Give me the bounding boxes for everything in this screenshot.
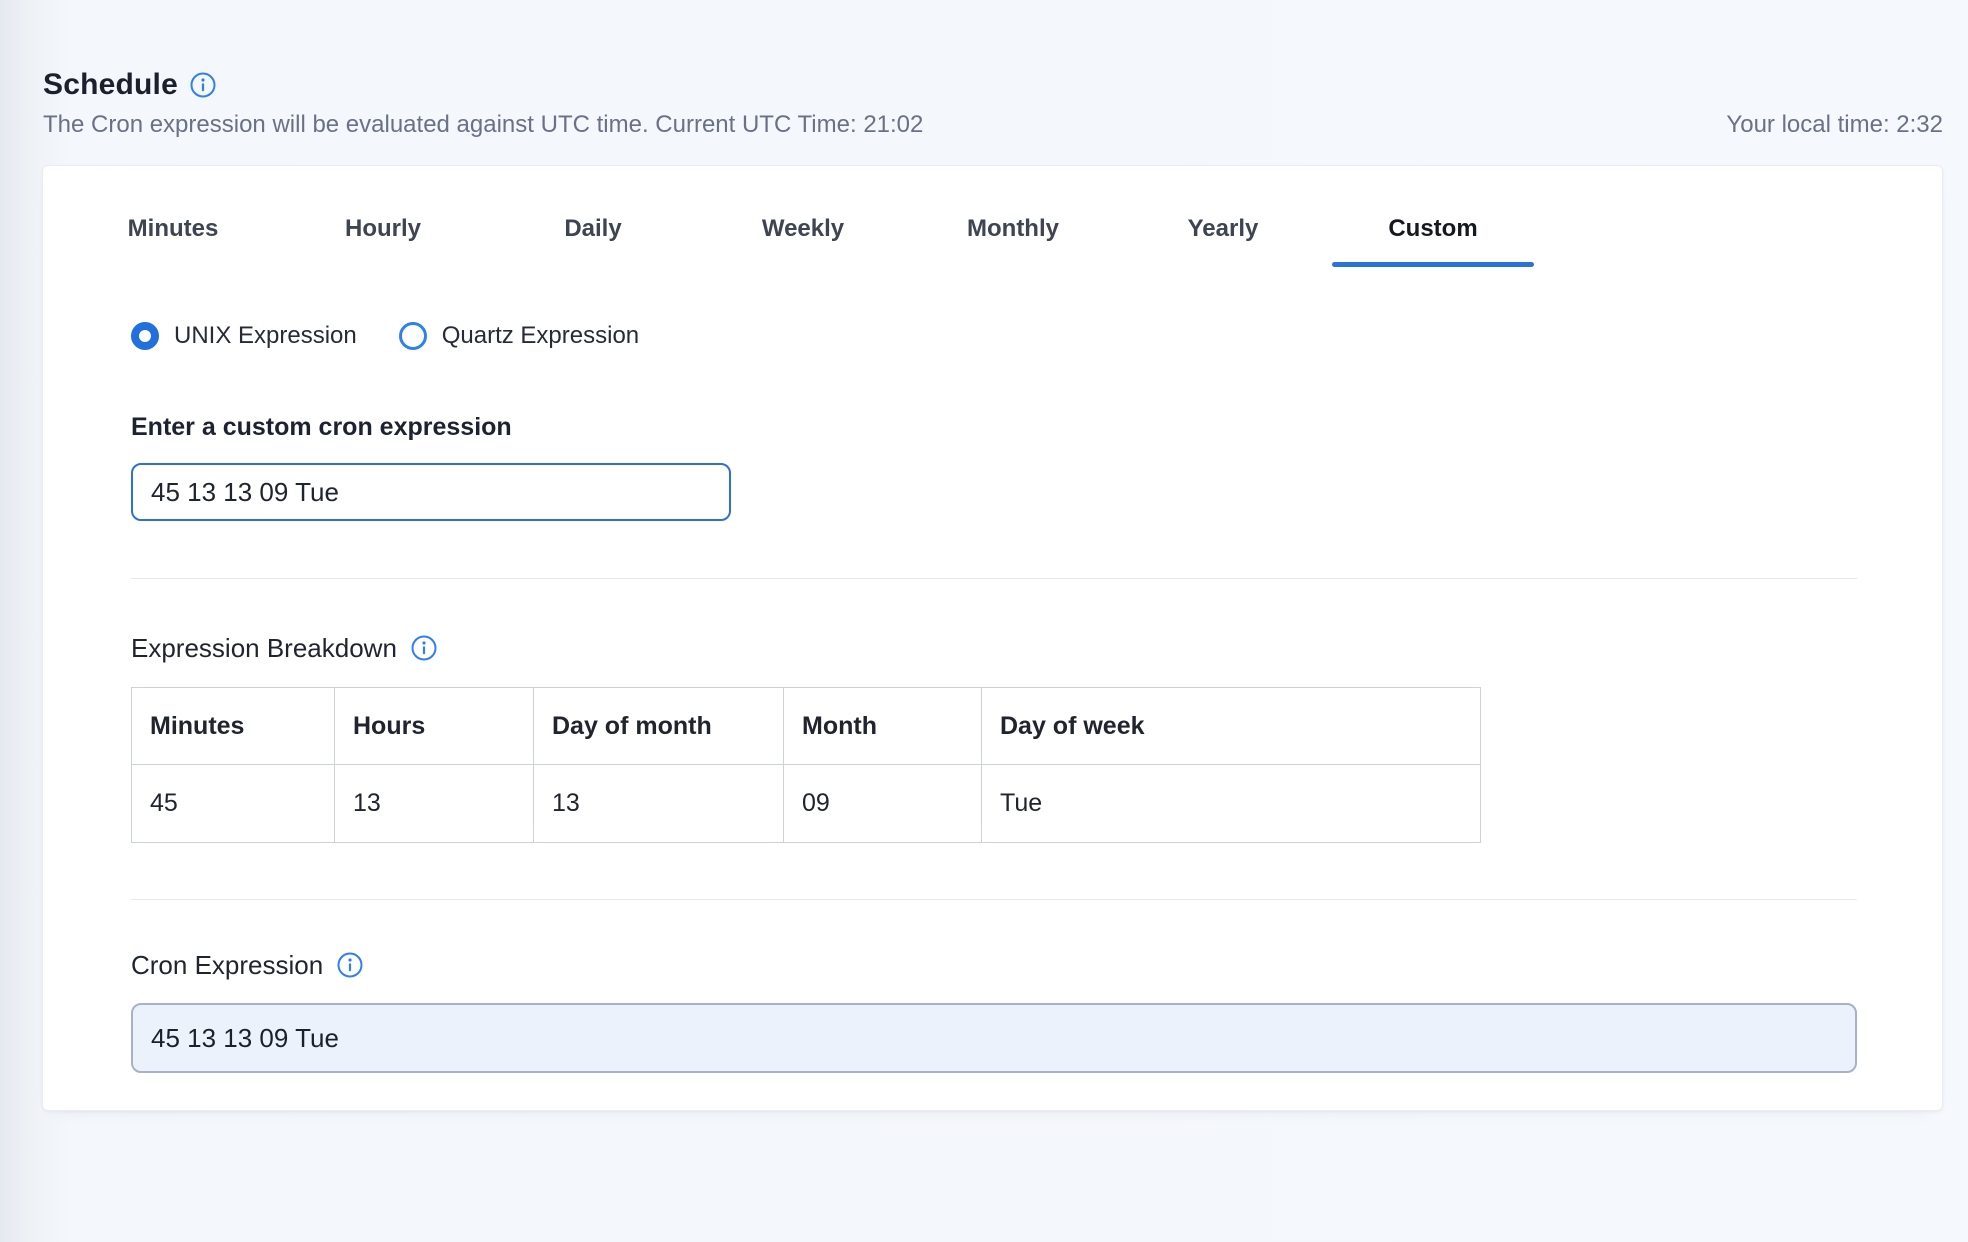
- schedule-card: Minutes Hourly Daily Weekly Monthly Year…: [42, 165, 1943, 1111]
- page-title: Schedule: [43, 68, 178, 102]
- schedule-header: Schedule The Cron expression will be eva…: [43, 68, 1943, 139]
- custom-cron-label: Enter a custom cron expression: [131, 412, 1857, 442]
- page: { "header": { "title": "Schedule", "subt…: [0, 0, 1968, 1242]
- schedule-tabs: Minutes Hourly Daily Weekly Monthly Year…: [68, 205, 1942, 253]
- tab-hourly[interactable]: Hourly: [278, 205, 488, 253]
- divider: [131, 899, 1857, 900]
- cell-day-of-week: Tue: [982, 765, 1481, 843]
- breakdown-value-row: 45 13 13 09 Tue: [132, 765, 1481, 843]
- radio-quartz-label: Quartz Expression: [442, 322, 639, 350]
- cell-hours: 13: [335, 765, 534, 843]
- cron-expression-label: Cron Expression: [131, 948, 323, 982]
- info-icon[interactable]: [411, 635, 437, 661]
- subtitle-row: The Cron expression will be evaluated ag…: [43, 111, 1943, 139]
- radio-selected-icon[interactable]: [131, 322, 159, 350]
- cron-expression-output: 45 13 13 09 Tue: [131, 1003, 1857, 1073]
- radio-unix-expression[interactable]: UNIX Expression: [131, 322, 357, 350]
- tab-minutes[interactable]: Minutes: [68, 205, 278, 253]
- tab-custom[interactable]: Custom: [1328, 205, 1538, 253]
- cell-month: 09: [784, 765, 982, 843]
- breakdown-header-row: Minutes Hours Day of month Month Day of …: [132, 688, 1481, 765]
- col-hours: Hours: [335, 688, 534, 765]
- info-icon[interactable]: [337, 952, 363, 978]
- tab-weekly[interactable]: Weekly: [698, 205, 908, 253]
- breakdown-table: Minutes Hours Day of month Month Day of …: [131, 687, 1481, 843]
- local-time-text: Your local time: 2:32: [1726, 111, 1943, 139]
- info-icon[interactable]: [190, 72, 216, 98]
- tab-daily[interactable]: Daily: [488, 205, 698, 253]
- breakdown-title: Expression Breakdown: [131, 631, 397, 665]
- radio-quartz-expression[interactable]: Quartz Expression: [399, 322, 639, 350]
- cron-expression-title-row: Cron Expression: [131, 948, 1857, 982]
- breakdown-title-row: Expression Breakdown: [131, 631, 1857, 665]
- tab-monthly[interactable]: Monthly: [908, 205, 1118, 253]
- radio-unix-label: UNIX Expression: [174, 322, 357, 350]
- tab-panel-custom: UNIX Expression Quartz Expression Enter …: [43, 322, 1942, 1073]
- col-minutes: Minutes: [132, 688, 335, 765]
- cell-day-of-month: 13: [534, 765, 784, 843]
- divider: [131, 578, 1857, 579]
- expression-type-group: UNIX Expression Quartz Expression: [131, 322, 1857, 350]
- radio-unselected-icon[interactable]: [399, 322, 427, 350]
- utc-subtitle: The Cron expression will be evaluated ag…: [43, 111, 923, 139]
- col-month: Month: [784, 688, 982, 765]
- col-day-of-month: Day of month: [534, 688, 784, 765]
- tab-yearly[interactable]: Yearly: [1118, 205, 1328, 253]
- title-row: Schedule: [43, 68, 1943, 102]
- custom-cron-input[interactable]: [131, 463, 731, 521]
- cell-minutes: 45: [132, 765, 335, 843]
- col-day-of-week: Day of week: [982, 688, 1481, 765]
